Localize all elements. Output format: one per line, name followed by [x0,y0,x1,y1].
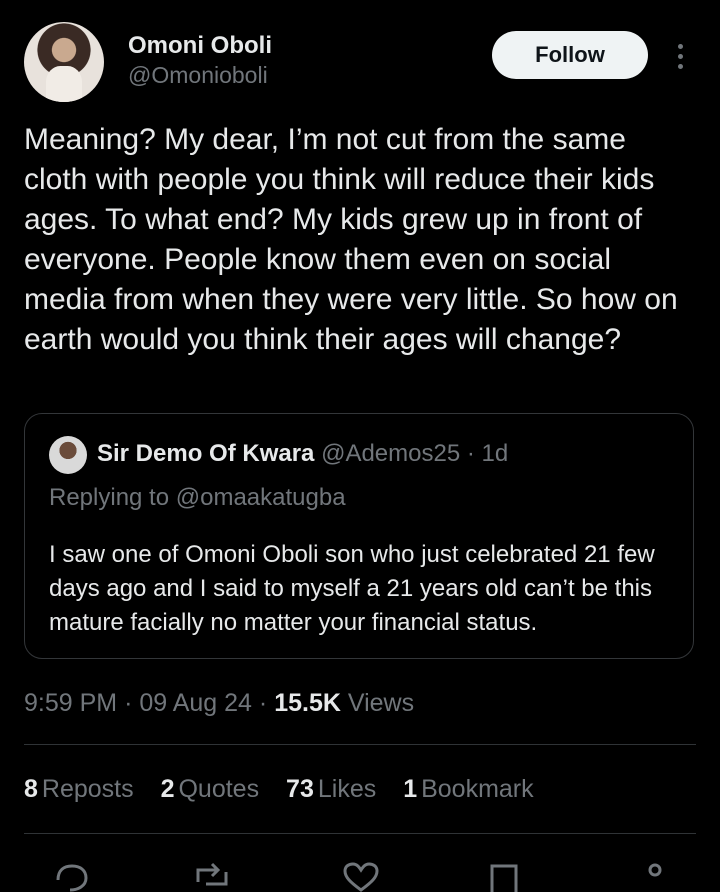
reposts-label: Reposts [41,775,134,803]
views-label: Views [347,689,415,717]
quoted-separator: · [466,440,475,467]
reply-icon[interactable] [54,862,90,892]
bookmarks-label: Bookmark [421,775,534,803]
author-display-name[interactable]: Omoni Oboli [128,32,272,60]
action-bar [24,858,696,892]
likes-label: Likes [317,775,377,803]
divider [24,833,696,834]
views-count: 15.5K [274,689,341,717]
author-handle[interactable]: @Omonioboli [128,60,272,90]
likes-count: 73 [286,775,314,803]
quotes-stat[interactable]: 2 Quotes [161,775,260,803]
engagement-stats: 8 Reposts 2 Quotes 73 Likes 1 Bookmark [24,772,554,806]
quoted-tweet[interactable]: Sir Demo Of Kwara @Ademos25 · 1d Replyin… [24,413,694,659]
tweet-date[interactable]: 09 Aug 24 [139,689,252,717]
quoted-replying-to: Replying to @omaakatugba [49,484,346,511]
author-names: Omoni Oboli @Omonioboli [128,32,272,90]
bookmarks-stat[interactable]: 1 Bookmark [403,775,533,803]
likes-stat[interactable]: 73 Likes [286,775,376,803]
tweet-timestamp: 9:59 PM · 09 Aug 24 · 15.5K Views [24,686,414,720]
bookmark-icon[interactable] [488,862,520,892]
quotes-label: Quotes [178,775,260,803]
tweet-header: Omoni Oboli @Omonioboli Follow [24,22,696,104]
divider [24,744,696,745]
follow-button[interactable]: Follow [492,31,648,79]
quoted-text: I saw one of Omoni Oboli son who just ce… [49,541,655,636]
timestamp-separator: · [258,689,268,717]
timestamp-separator: · [124,689,133,717]
quoted-header: Sir Demo Of Kwara @Ademos25 · 1d [97,438,508,470]
share-icon[interactable] [640,862,670,892]
author-avatar[interactable] [24,22,104,102]
reposts-count: 8 [24,775,38,803]
repost-icon[interactable] [192,862,232,892]
quoted-author-avatar[interactable] [49,436,87,474]
quoted-age: 1d [481,440,509,467]
like-icon[interactable] [342,862,380,892]
tweet-text: Meaning? My dear, I’m not cut from the s… [24,123,686,356]
quotes-count: 2 [160,775,175,803]
reposts-stat[interactable]: 8 Reposts [24,775,134,803]
tweet-time[interactable]: 9:59 PM [24,689,117,717]
quoted-display-name[interactable]: Sir Demo Of Kwara [97,440,314,467]
bookmarks-count: 1 [403,775,418,803]
more-options-icon[interactable] [672,36,688,76]
quoted-handle[interactable]: @Ademos25 [321,440,460,467]
